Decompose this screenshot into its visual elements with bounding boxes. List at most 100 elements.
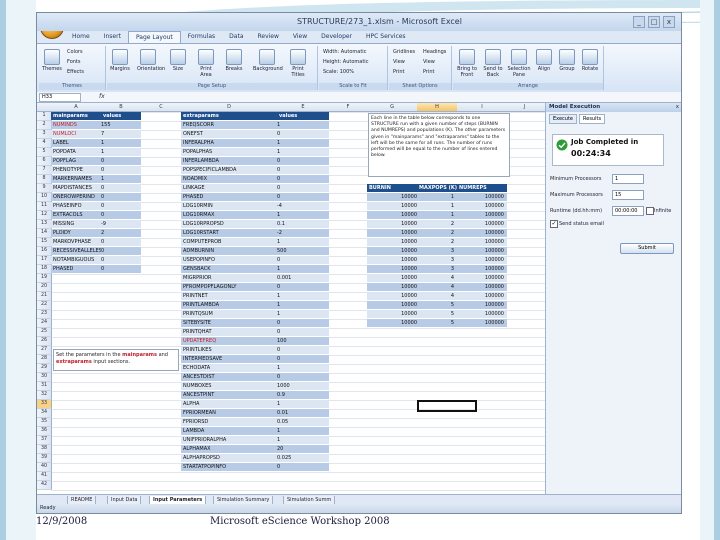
runs-cell[interactable]: 4 [417,292,457,300]
scale-input[interactable]: Scale: 100% [323,69,354,75]
extraparams-cell[interactable]: 0.05 [277,418,329,426]
extraparams-cell[interactable]: PRINTQHAT [181,328,277,336]
colors-button[interactable]: Colors [67,49,83,55]
print-area-button[interactable]: Print Area [195,49,217,78]
mainparams-cell[interactable]: 0 [101,265,141,273]
extraparams-cell[interactable]: USEPOPINFO [181,256,277,264]
extraparams-cell[interactable]: FPRIORSD [181,418,277,426]
mainparams-header-cell[interactable]: values [101,112,141,120]
extraparams-cell[interactable]: 100 [277,337,329,345]
row-header[interactable]: 39 [37,454,52,463]
extraparams-cell[interactable]: INFERALPHA [181,139,277,147]
extraparams-cell[interactable]: 0 [277,355,329,363]
mainparams-cell[interactable]: 2 [101,229,141,237]
mainparams-cell[interactable]: 0 [101,157,141,165]
extraparams-cell[interactable]: 1 [277,211,329,219]
extraparams-cell[interactable]: 0.01 [277,409,329,417]
extraparams-cell[interactable]: PRINTLIKES [181,346,277,354]
extraparams-cell[interactable]: 0 [277,283,329,291]
max-processors-input[interactable]: 15 [612,190,644,200]
row-header[interactable]: 20 [37,283,52,292]
runs-cell[interactable]: 10000 [367,220,417,228]
gridlines-view-checkbox[interactable]: View [393,59,405,65]
extraparams-cell[interactable]: ANCESTDIST [181,373,277,381]
runtime-input[interactable]: 00:00:00 [612,206,644,216]
runs-header-cell[interactable]: MAXPOPS (K) [417,184,457,192]
column-header[interactable]: G [367,103,418,112]
tab-hpc-services[interactable]: HPC Services [359,31,413,43]
runs-cell[interactable]: 3 [417,256,457,264]
mainparams-cell[interactable]: 1 [101,139,141,147]
fx-icon[interactable]: fx [99,93,105,100]
runs-cell[interactable]: 5 [417,310,457,318]
row-header[interactable]: 2 [37,121,52,130]
row-header[interactable]: 1 [37,112,52,121]
runs-cell[interactable]: 10000 [367,247,417,255]
row-header[interactable]: 21 [37,292,52,301]
extraparams-cell[interactable]: ANCESTPINT [181,391,277,399]
extraparams-cell[interactable]: COMPUTEPROB [181,238,277,246]
runs-cell[interactable]: 2 [417,229,457,237]
mainparams-cell[interactable]: 0 [101,202,141,210]
runs-cell[interactable]: 4 [417,283,457,291]
column-header[interactable]: F [329,103,368,112]
extraparams-cell[interactable]: 1 [277,148,329,156]
extraparams-cell[interactable]: 1 [277,364,329,372]
size-button[interactable]: Size [167,49,189,72]
runs-cell[interactable]: 100000 [457,274,507,282]
row-header[interactable]: 42 [37,481,52,490]
column-header[interactable]: D [181,103,278,112]
extraparams-cell[interactable]: -2 [277,229,329,237]
mainparams-cell[interactable]: POPFLAG [51,157,101,165]
runs-cell[interactable]: 100000 [457,229,507,237]
mainparams-cell[interactable]: 0 [101,193,141,201]
breaks-button[interactable]: Breaks [223,49,245,72]
extraparams-cell[interactable]: 0 [277,166,329,174]
extraparams-cell[interactable]: 0 [277,328,329,336]
extraparams-cell[interactable]: GENSBACK [181,265,277,273]
extraparams-cell[interactable]: 1 [277,436,329,444]
selection-pane-button[interactable]: Selection Pane [507,49,531,78]
extraparams-cell[interactable]: PHASED [181,193,277,201]
row-header[interactable]: 33 [37,400,52,409]
runs-header-cell[interactable]: BURNIN [367,184,417,192]
tab-page-layout[interactable]: Page Layout [127,31,181,43]
min-processors-input[interactable]: 1 [612,174,644,184]
runs-cell[interactable]: 10000 [367,193,417,201]
column-header[interactable]: B [101,103,142,112]
rotate-button[interactable]: Rotate [579,49,601,72]
runs-cell[interactable]: 100000 [457,319,507,327]
row-header[interactable]: 13 [37,220,52,229]
close-button[interactable]: x [663,16,675,28]
runs-cell[interactable]: 100000 [457,301,507,309]
mainparams-cell[interactable]: RECESSIVEALLELES [51,247,101,255]
column-header[interactable]: H [417,103,458,112]
runs-cell[interactable]: 100000 [457,220,507,228]
extraparams-cell[interactable]: 1 [277,121,329,129]
row-header[interactable]: 4 [37,139,52,148]
extraparams-cell[interactable]: PRINTQSUM [181,310,277,318]
mainparams-cell[interactable]: NUMINDS [51,121,101,129]
extraparams-cell[interactable]: 0 [277,157,329,165]
extraparams-cell[interactable]: 1 [277,310,329,318]
column-header[interactable]: J [507,103,543,112]
extraparams-cell[interactable]: -4 [277,202,329,210]
mainparams-cell[interactable]: 1 [101,148,141,156]
extraparams-cell[interactable]: NUMBOXES [181,382,277,390]
extraparams-cell[interactable]: 0 [277,319,329,327]
extraparams-cell[interactable]: LINKAGE [181,184,277,192]
extraparams-cell[interactable]: MIGRPRIOR [181,274,277,282]
pane-close-button[interactable]: x [676,103,679,112]
extraparams-cell[interactable]: 0.1 [277,220,329,228]
mainparams-cell[interactable]: 7 [101,130,141,138]
extraparams-cell[interactable]: UNIFPRIORALPHA [181,436,277,444]
runs-cell[interactable]: 10000 [367,319,417,327]
send-status-checkbox[interactable]: ✓ [550,220,558,228]
row-header[interactable]: 12 [37,211,52,220]
runs-cell[interactable]: 100000 [457,193,507,201]
group-button[interactable]: Group [556,49,578,72]
runs-cell[interactable]: 5 [417,301,457,309]
width-select[interactable]: Width: Automatic [323,49,366,55]
extraparams-cell[interactable]: ADMBURNIN [181,247,277,255]
extraparams-cell[interactable]: 0 [277,175,329,183]
